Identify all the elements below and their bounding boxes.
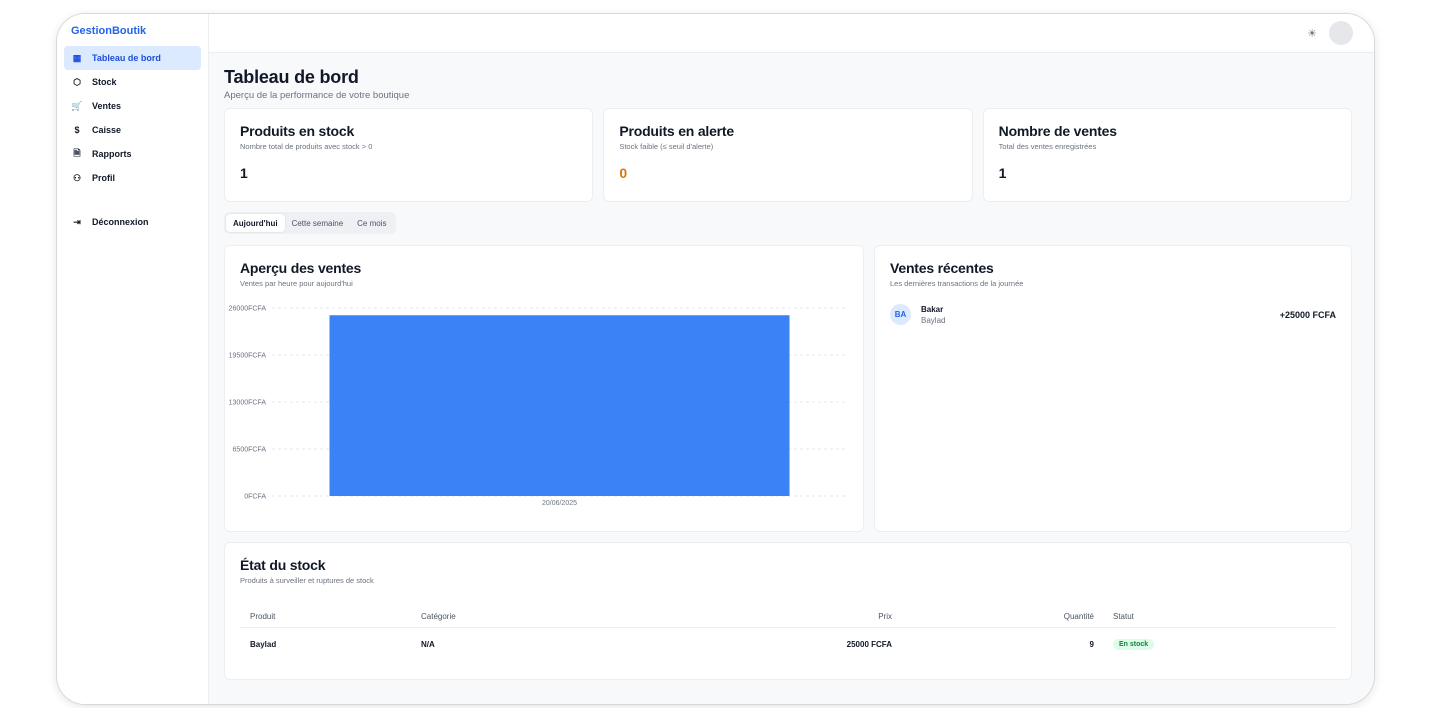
- sidebar-item-dashboard[interactable]: ▦ Tableau de bord: [64, 46, 201, 70]
- sales-chart-subtitle: Ventes par heure pour aujourd'hui: [240, 279, 353, 288]
- avatar: BA: [890, 304, 911, 325]
- page-subtitle: Aperçu de la performance de votre boutiq…: [224, 90, 410, 101]
- y-tick-label: 26000FCFA: [229, 306, 267, 313]
- sun-icon[interactable]: ☀: [1304, 25, 1320, 41]
- stock-title: État du stock: [240, 557, 326, 573]
- column-header[interactable]: Catégorie: [421, 612, 691, 621]
- tab-today[interactable]: Aujourd'hui: [226, 214, 285, 232]
- column-header[interactable]: Quantité: [892, 612, 1094, 621]
- cart-icon: 🛒: [71, 100, 83, 111]
- sidebar-nav: ▦ Tableau de bord ⬡ Stock 🛒 Ventes $ Cai…: [57, 46, 208, 234]
- charts-row: Aperçu des ventes Ventes par heure pour …: [224, 245, 1352, 532]
- cell-product: Baylad: [250, 639, 277, 649]
- status-badge: En stock: [1113, 638, 1155, 650]
- topbar: ☀: [209, 14, 1374, 53]
- stat-value: 0: [619, 165, 628, 181]
- app-window: GestionBoutik ▦ Tableau de bord ⬡ Stock …: [57, 14, 1374, 704]
- stat-value: 1: [998, 165, 1007, 181]
- sales-chart-title: Aperçu des ventes: [240, 260, 362, 276]
- sidebar-item-label: Rapports: [92, 149, 132, 159]
- sidebar-item-label: Profil: [92, 173, 116, 183]
- package-icon: ⬡: [73, 76, 81, 87]
- cell-quantity: 9: [1089, 639, 1094, 649]
- cell-status: En stock: [1094, 638, 1155, 650]
- cell-price: 25000 FCFA: [846, 639, 892, 649]
- period-tabs: Aujourd'hui Cette semaine Ce mois: [224, 212, 396, 234]
- sidebar-item-ventes[interactable]: 🛒 Ventes: [64, 94, 201, 118]
- dollar-icon: $: [74, 125, 80, 135]
- y-tick-label: 0FCFA: [244, 494, 266, 501]
- tab-this-week[interactable]: Cette semaine: [285, 214, 351, 232]
- y-tick-label: 6500FCFA: [233, 447, 267, 454]
- page-title: Tableau de bord: [224, 67, 359, 87]
- stat-subtitle: Nombre total de produits avec stock > 0: [240, 142, 373, 151]
- stat-card-products-in-stock: Produits en stock Nombre total de produi…: [224, 108, 594, 202]
- brand-logo[interactable]: GestionBoutik: [57, 25, 208, 45]
- sales-bar-chart: 0FCFA 6500FCFA 13000FCFA 19500FCFA 26000FCFA…: [229, 306, 847, 507]
- stat-subtitle: Stock faible (≤ seuil d'alerte): [619, 142, 714, 151]
- stat-title: Produits en alerte: [619, 123, 734, 139]
- avatar[interactable]: [1329, 21, 1353, 45]
- stock-table: Produit Catégorie Prix Quantité Statut B…: [240, 605, 1336, 660]
- column-header[interactable]: Produit: [240, 612, 421, 621]
- logout-icon: ⇥: [73, 216, 81, 227]
- sidebar-item-profil[interactable]: ⚇ Profil: [64, 166, 201, 190]
- table-row[interactable]: Baylad N/A 25000 FCFA 9 En stock: [240, 628, 1336, 660]
- sale-amount: +25000 FCFA: [1279, 309, 1336, 320]
- stock-status-card: État du stock Produits à surveiller et r…: [224, 542, 1352, 680]
- recent-sales-title: Ventes récentes: [890, 260, 994, 276]
- stat-card-products-alert: Produits en alerte Stock faible (≤ seuil…: [603, 108, 973, 202]
- table-header: Produit Catégorie Prix Quantité Statut: [240, 605, 1336, 628]
- recent-sales-card: Ventes récentes Les dernières transactio…: [874, 245, 1352, 532]
- column-header[interactable]: Statut: [1094, 612, 1134, 621]
- stat-subtitle: Total des ventes enregistrées: [998, 142, 1097, 151]
- sidebar-item-label: Ventes: [92, 101, 122, 111]
- stat-value: 1: [240, 165, 248, 181]
- stat-title: Produits en stock: [240, 123, 355, 139]
- recent-sales-subtitle: Les dernières transactions de la journée: [890, 279, 1024, 288]
- logout-label: Déconnexion: [92, 217, 149, 227]
- y-tick-label: 19500FCFA: [229, 353, 267, 360]
- chart-bar[interactable]: [329, 315, 790, 496]
- nav-divider: [57, 190, 208, 210]
- sidebar: GestionBoutik ▦ Tableau de bord ⬡ Stock …: [57, 14, 209, 704]
- list-item[interactable]: BA Bakar Baylad +25000 FCFA: [890, 304, 1336, 325]
- user-icon: ⚇: [72, 172, 82, 183]
- stat-title: Nombre de ventes: [998, 123, 1117, 139]
- y-tick-label: 13000FCFA: [229, 400, 267, 407]
- sidebar-item-stock[interactable]: ⬡ Stock: [64, 70, 201, 94]
- sidebar-item-caisse[interactable]: $ Caisse: [64, 118, 201, 142]
- cell-category: N/A: [421, 639, 435, 649]
- main-area: ☀ Tableau de bord Aperçu de la performan…: [209, 14, 1374, 704]
- product-name: Baylad: [921, 315, 946, 325]
- column-header[interactable]: Prix: [691, 612, 892, 621]
- sales-chart-card: Aperçu des ventes Ventes par heure pour …: [224, 245, 864, 532]
- stat-card-sales-count: Nombre de ventes Total des ventes enregi…: [982, 108, 1352, 202]
- logout-button[interactable]: ⇥ Déconnexion: [64, 210, 201, 234]
- customer-name: Bakar: [921, 304, 944, 314]
- tab-this-month[interactable]: Ce mois: [350, 214, 393, 232]
- dashboard-icon: ▦: [72, 52, 82, 63]
- recent-sale-info: Bakar Baylad: [921, 305, 1280, 325]
- stat-cards: Produits en stock Nombre total de produi…: [224, 108, 1352, 202]
- stock-subtitle: Produits à surveiller et ruptures de sto…: [240, 576, 374, 585]
- x-tick-label: 20/06/2025: [542, 500, 577, 507]
- sidebar-item-label: Caisse: [92, 125, 122, 135]
- sidebar-item-label: Tableau de bord: [92, 53, 161, 63]
- sidebar-item-label: Stock: [92, 77, 117, 87]
- dashboard-content: Tableau de bord Aperçu de la performance…: [209, 53, 1374, 704]
- file-icon: 🗎: [73, 148, 81, 158]
- sidebar-item-rapports[interactable]: 🗎 Rapports: [64, 142, 201, 166]
